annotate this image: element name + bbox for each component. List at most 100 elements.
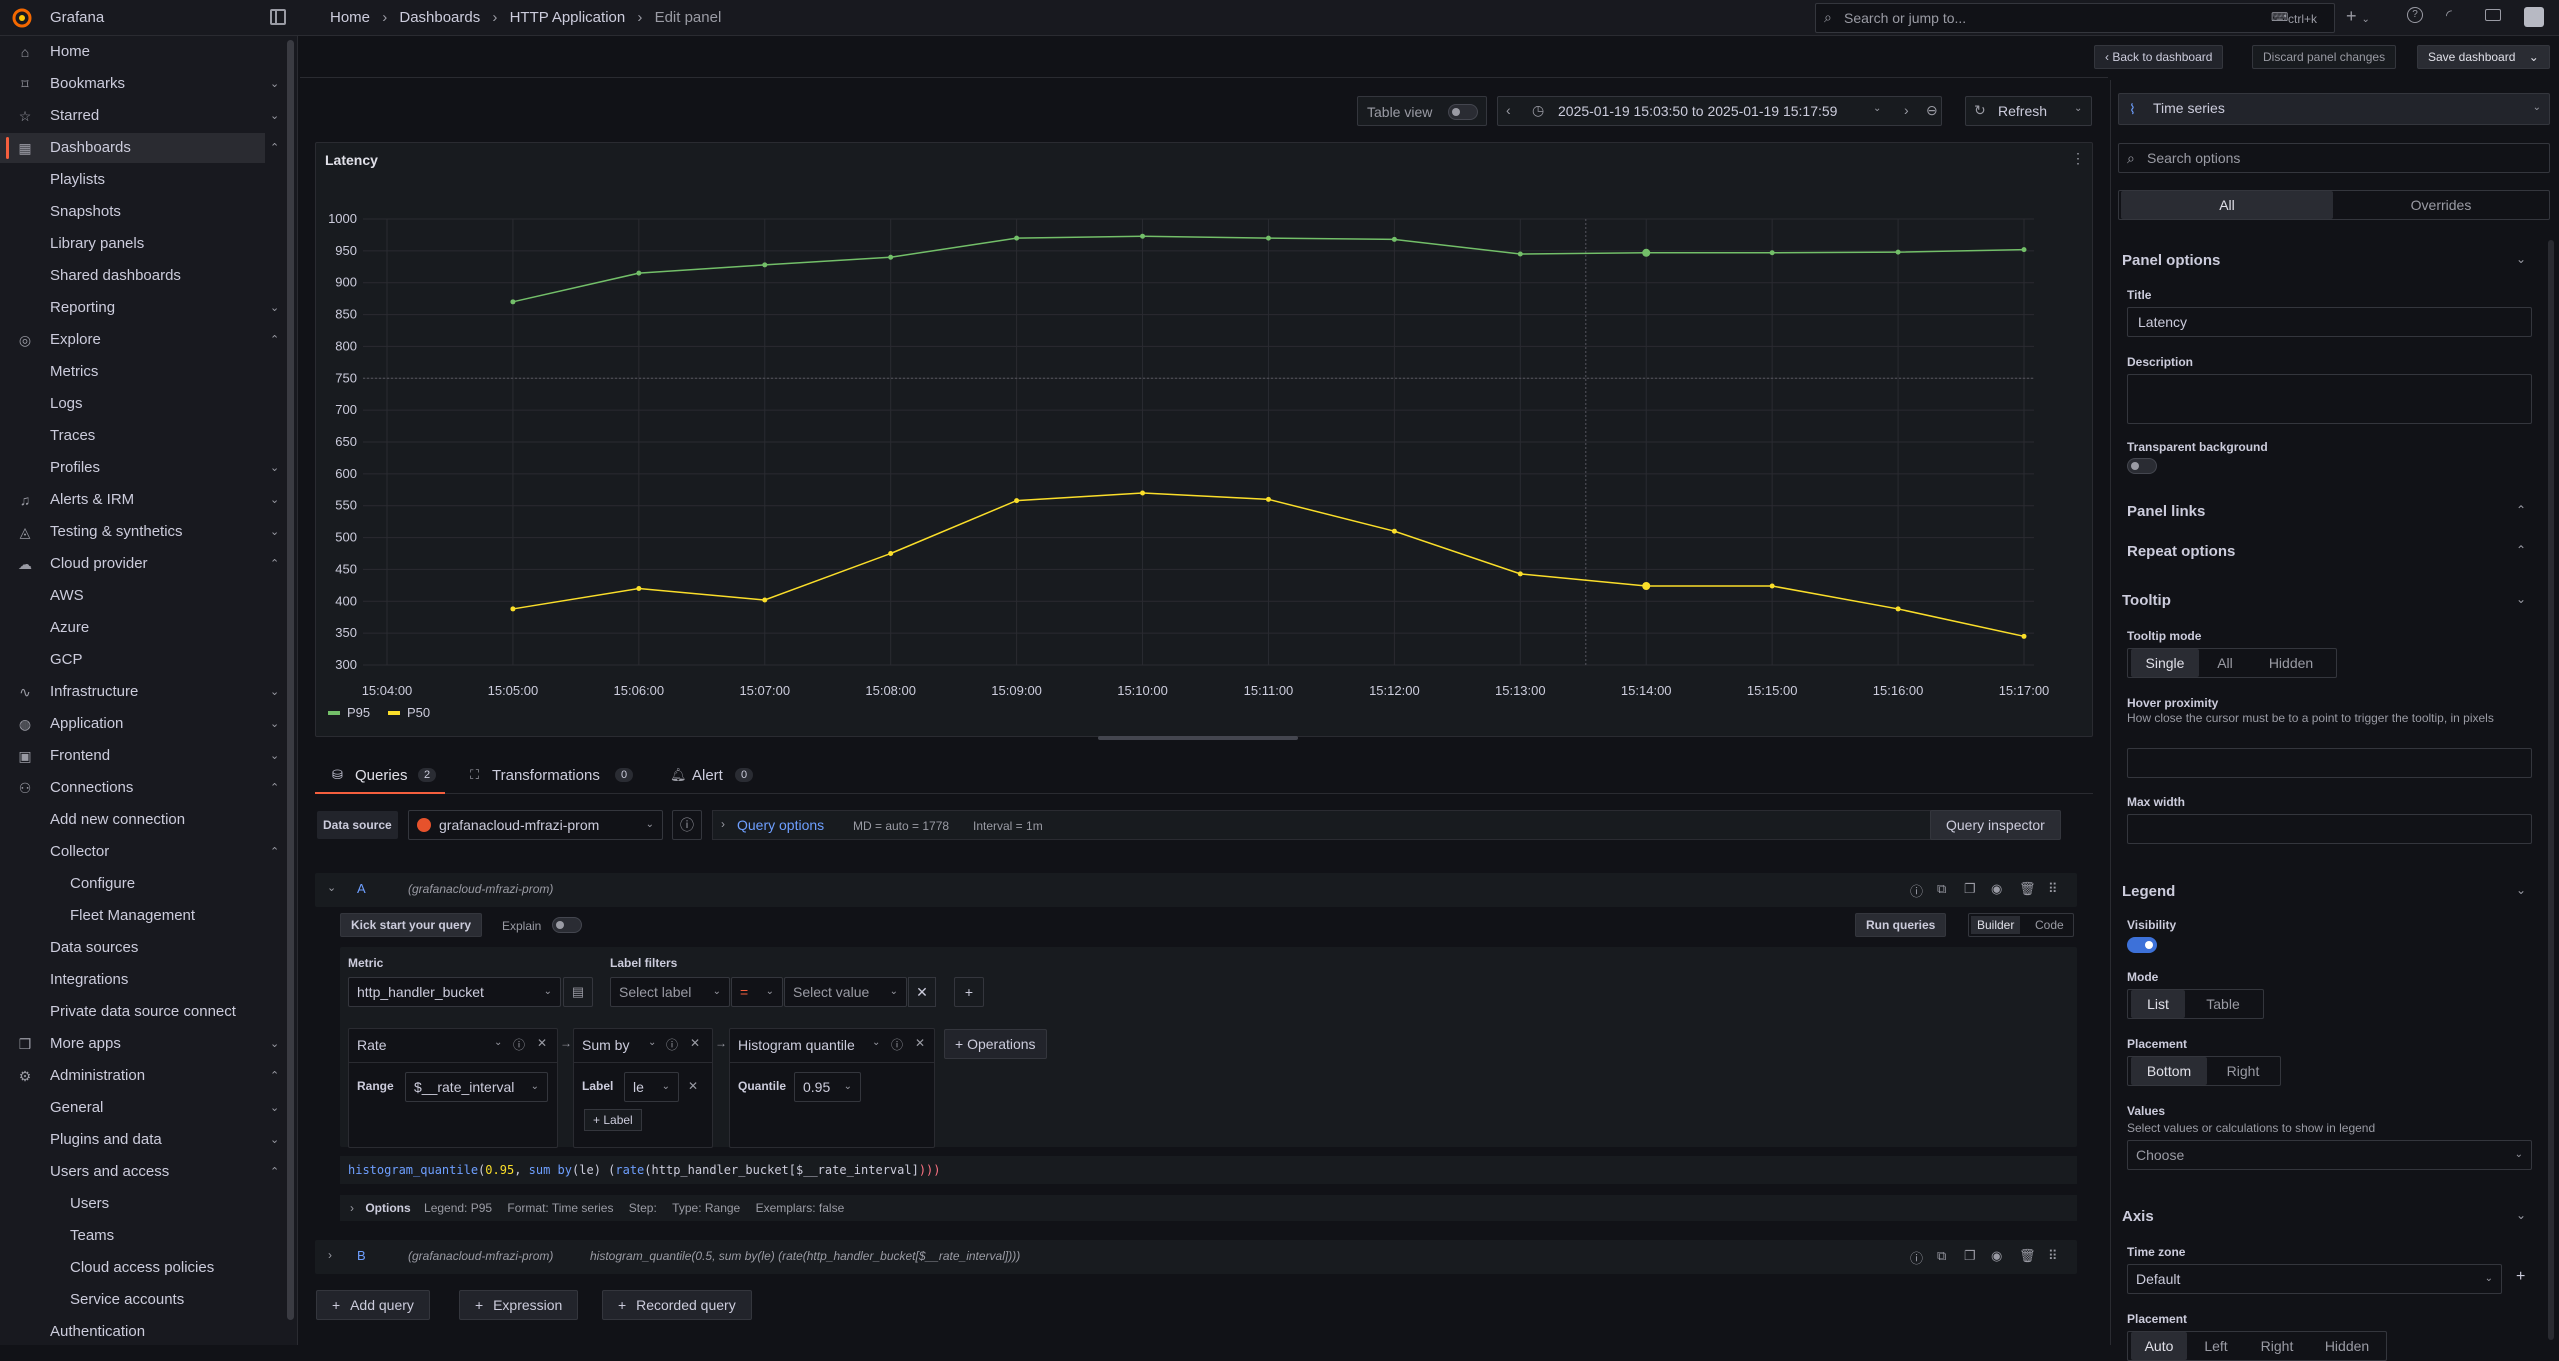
sidebar-item-plugins-and-data[interactable]: Plugins and data ⌄ <box>0 1125 279 1155</box>
query-inspector-button[interactable]: Query inspector <box>1930 810 2061 840</box>
tab-overrides[interactable]: Overrides <box>2335 191 2547 219</box>
sidebar-item-starred[interactable]: ☆ Starred ⌄ <box>0 101 280 131</box>
chevron-down-icon[interactable]: ⌄ <box>270 1125 279 1155</box>
remove-filter-icon[interactable]: ✕ <box>908 977 936 1007</box>
sidebar-item-alerts-irm[interactable]: ♫ Alerts & IRM ⌄ <box>0 485 279 515</box>
sidebar-item-general[interactable]: General ⌄ <box>0 1093 279 1123</box>
legend-visibility-toggle[interactable] <box>2127 937 2157 953</box>
chevron-down-icon[interactable]: ⌄ <box>270 101 279 131</box>
sidebar-item-library-panels[interactable]: Library panels <box>0 229 265 259</box>
description-textarea[interactable] <box>2127 374 2532 424</box>
sidebar-item-bookmarks[interactable]: ⌑ Bookmarks ⌄ <box>0 69 279 99</box>
tab-queries[interactable]: ⛁ Queries 2 <box>315 760 445 794</box>
legend-mode-table[interactable]: Table <box>2186 990 2260 1018</box>
tab-alert[interactable]: 🔔︎ Alert 0 <box>670 760 770 794</box>
sidebar-item-dashboards[interactable]: ▦ Dashboards ⌃ <box>0 133 279 163</box>
hist-info-icon[interactable]: ⓘ <box>891 1036 903 1053</box>
new-button[interactable]: + ⌄ <box>2346 6 2370 27</box>
back-to-dashboard-button[interactable]: ‹ Back to dashboard <box>2094 45 2224 69</box>
sidebar-item-gcp[interactable]: GCP <box>0 645 265 675</box>
sidebar-item-reporting[interactable]: Reporting ⌄ <box>0 293 279 323</box>
add-operation-button[interactable]: + Operations <box>944 1029 1047 1059</box>
operation-hist-name[interactable]: Histogram quantile <box>738 1037 855 1053</box>
query-a-help-icon[interactable]: ⓘ <box>1910 881 1923 900</box>
sidebar-item-service-accounts[interactable]: Service accounts <box>0 1285 265 1315</box>
options-pane-scrollbar[interactable] <box>2548 240 2554 1340</box>
sidebar-item-private-data-source-connect[interactable]: Private data source connect <box>0 997 265 1027</box>
sum-info-icon[interactable]: ⓘ <box>666 1036 678 1053</box>
sidebar-item-teams[interactable]: Teams <box>0 1221 265 1251</box>
code-mode-button[interactable]: Code <box>2035 916 2064 934</box>
query-options-link[interactable]: Query options <box>737 817 824 833</box>
help-icon[interactable]: ? <box>2407 7 2423 23</box>
tooltip-chevron-icon[interactable]: ⌄ <box>2516 592 2526 606</box>
sidebar-item-frontend[interactable]: ▣ Frontend ⌄ <box>0 741 279 771</box>
visualization-picker[interactable]: ⌇ Time series ⌄ <box>2118 93 2550 125</box>
label-select[interactable]: le ⌄ <box>624 1072 679 1102</box>
time-zone-select[interactable]: Default ⌄ <box>2127 1264 2502 1294</box>
chevron-up-icon[interactable]: ⌃ <box>270 837 279 867</box>
breadcrumb-dashboard[interactable]: HTTP Application <box>510 9 626 26</box>
metric-select[interactable]: http_handler_bucket ⌄ <box>348 977 561 1007</box>
builder-mode-button[interactable]: Builder <box>1971 916 2021 934</box>
rate-dropdown-icon[interactable]: ⌄ <box>494 1037 502 1048</box>
chevron-up-icon[interactable]: ⌃ <box>270 133 279 163</box>
sidebar-item-aws[interactable]: AWS <box>0 581 265 611</box>
sidebar-item-testing-synthetics[interactable]: ◬ Testing & synthetics ⌄ <box>0 517 280 547</box>
sidebar-item-administration[interactable]: ⚙ Administration ⌃ <box>0 1061 280 1091</box>
sidebar-item-users[interactable]: Users <box>0 1189 265 1219</box>
rate-info-icon[interactable]: ⓘ <box>513 1036 525 1053</box>
legend-chevron-icon[interactable]: ⌄ <box>2516 883 2526 897</box>
tab-all[interactable]: All <box>2121 191 2333 219</box>
refresh-dropdown-icon[interactable]: ⌄ <box>2074 103 2082 114</box>
axis-header[interactable]: Axis <box>2122 1208 2154 1225</box>
time-picker[interactable]: ‹ ◷ 2025-01-19 15:03:50 to 2025-01-19 15… <box>1497 96 1942 126</box>
tooltip-header[interactable]: Tooltip <box>2122 592 2171 609</box>
avatar[interactable] <box>2524 7 2544 27</box>
chevron-up-icon[interactable]: ⌃ <box>270 1157 279 1187</box>
sidebar-item-cloud-access-policies[interactable]: Cloud access policies <box>0 1253 265 1283</box>
latency-chart[interactable]: 1000 950 900 850 800 750 700 650 600 550 500 450 400… <box>316 143 2094 738</box>
axis-right[interactable]: Right <box>2245 1332 2309 1360</box>
sidebar-item-playlists[interactable]: Playlists <box>0 165 265 195</box>
transparent-toggle[interactable] <box>2127 458 2157 474</box>
breadcrumb-home[interactable]: Home <box>330 9 370 26</box>
axis-chevron-icon[interactable]: ⌄ <box>2516 1208 2526 1222</box>
chevron-down-icon[interactable]: ⌄ <box>270 453 279 483</box>
query-a-eye-icon[interactable]: ◉ <box>1991 881 2002 897</box>
quantile-select[interactable]: 0.95 ⌄ <box>794 1072 861 1102</box>
breadcrumb-dashboards[interactable]: Dashboards <box>399 9 480 26</box>
chevron-down-icon[interactable]: ⌄ <box>270 517 279 547</box>
max-width-input[interactable] <box>2127 814 2532 844</box>
tab-transformations[interactable]: ⛶ Transformations 0 <box>470 760 650 794</box>
panel-options-chevron-icon[interactable]: ⌄ <box>2516 252 2526 266</box>
explain-toggle[interactable] <box>552 917 582 933</box>
chevron-up-icon[interactable]: ⌃ <box>270 549 279 579</box>
sidebar-item-add-new-connection[interactable]: Add new connection <box>0 805 265 835</box>
chevron-down-icon[interactable]: ⌄ <box>270 1093 279 1123</box>
sidebar-item-profiles[interactable]: Profiles ⌄ <box>0 453 279 483</box>
chart-scrollbar[interactable] <box>1098 736 1298 740</box>
panel-links-header[interactable]: Panel links <box>2127 503 2205 520</box>
operation-sum-name[interactable]: Sum by <box>582 1037 629 1053</box>
sum-remove-icon[interactable]: ✕ <box>690 1036 700 1050</box>
placement-bottom[interactable]: Bottom <box>2131 1057 2207 1085</box>
panel-options-header[interactable]: Panel options <box>2122 252 2220 269</box>
axis-hidden[interactable]: Hidden <box>2310 1332 2384 1360</box>
add-expression-button[interactable]: + Expression <box>459 1290 579 1320</box>
legend-header[interactable]: Legend <box>2122 883 2175 900</box>
sidebar-item-azure[interactable]: Azure <box>0 613 265 643</box>
add-query-button[interactable]: + Add query <box>316 1290 430 1320</box>
save-dashboard-button[interactable]: Save dashboard ⌄ <box>2417 45 2550 69</box>
collapse-query-a-icon[interactable]: ⌄ <box>327 881 336 894</box>
chevron-down-icon[interactable]: ⌄ <box>270 709 279 739</box>
chevron-down-icon[interactable]: ⌄ <box>270 741 279 771</box>
hover-proximity-input[interactable] <box>2127 748 2532 778</box>
legend-mode-list[interactable]: List <box>2131 990 2185 1018</box>
query-a-trash-icon[interactable]: 🗑︎ <box>2019 881 2036 897</box>
query-options-bar[interactable]: › Query options MD = auto = 1778 Interva… <box>712 810 1942 840</box>
query-b-copy-icon[interactable]: ❐ <box>1964 1248 1976 1264</box>
title-input[interactable]: Latency <box>2127 307 2532 337</box>
sidebar-item-configure[interactable]: Configure <box>0 869 265 899</box>
sidebar-item-application[interactable]: ◍ Application ⌄ <box>0 709 279 739</box>
